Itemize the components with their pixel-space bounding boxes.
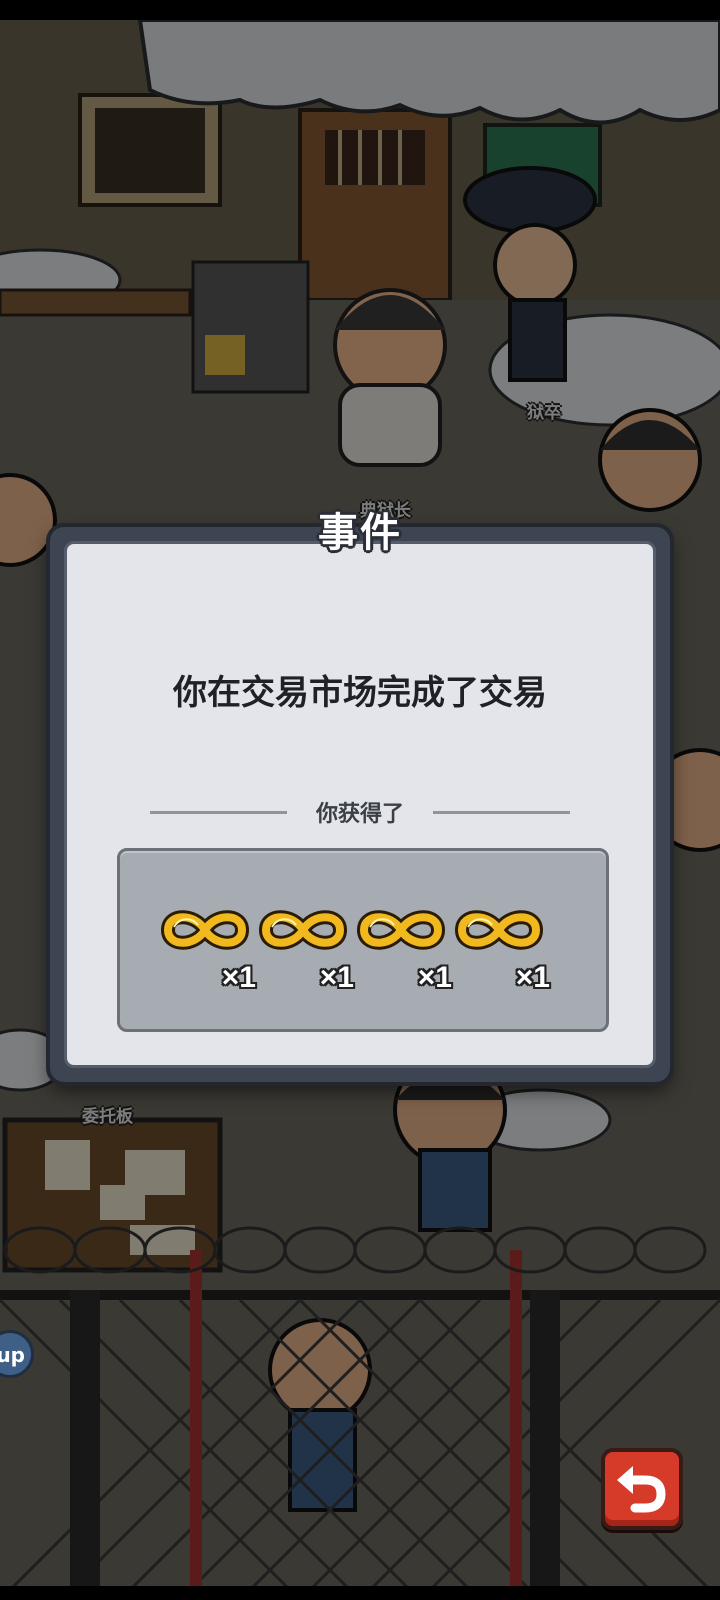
reward-count: ×1 — [319, 961, 354, 994]
status-bar — [0, 0, 720, 20]
navigation-bar — [0, 1586, 720, 1600]
reward-item[interactable]: ×1 — [356, 905, 454, 995]
reward-count: ×1 — [417, 961, 452, 994]
reward-count: ×1 — [221, 961, 256, 994]
gold-infinity-ring-icon — [356, 910, 446, 950]
back-button[interactable] — [601, 1448, 683, 1530]
reward-item[interactable]: ×1 — [258, 905, 356, 995]
gold-infinity-ring-icon — [454, 910, 544, 950]
reward-item[interactable]: ×1 — [160, 905, 258, 995]
return-arrow-icon — [617, 1466, 666, 1513]
gold-infinity-ring-icon — [258, 910, 348, 950]
reward-item[interactable]: ×1 — [454, 905, 552, 995]
reward-count: ×1 — [515, 961, 550, 994]
event-message: 你在交易市场完成了交易 — [173, 673, 547, 713]
dialog-title: 事件 — [318, 510, 402, 556]
gold-infinity-ring-icon — [160, 910, 250, 950]
rewards-caption: 你获得了 — [315, 802, 404, 827]
